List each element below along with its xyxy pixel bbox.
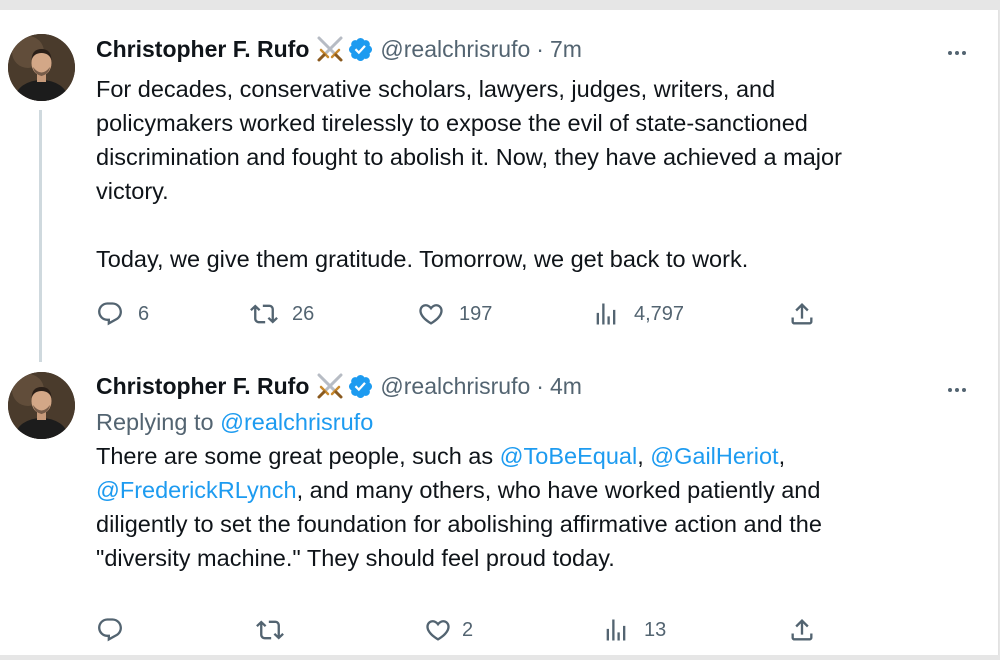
like-button[interactable]: 197: [417, 297, 492, 331]
author-handle[interactable]: @realchrisrufo: [380, 36, 530, 63]
tweet-text: For decades, conservative scholars, lawy…: [96, 72, 976, 276]
crossed-swords-icon: [315, 35, 345, 63]
verified-badge-icon[interactable]: [347, 36, 374, 63]
share-button[interactable]: [788, 613, 816, 647]
text-segment: There are some great people, such as: [96, 443, 500, 469]
more-icon: [945, 378, 969, 402]
timestamp[interactable]: 7m: [550, 36, 582, 63]
tweet-line: discrimination and fought to abolish it.…: [96, 144, 842, 170]
verified-badge-icon[interactable]: [347, 373, 374, 400]
avatar[interactable]: [8, 34, 75, 101]
views-button[interactable]: 13: [602, 613, 666, 647]
like-count: 197: [459, 302, 493, 325]
avatar-image: [8, 372, 75, 439]
action-bar: 2 13: [96, 613, 836, 647]
like-icon: [424, 616, 452, 644]
tweet-line: "diversity machine." They should feel pr…: [96, 545, 615, 571]
reply-button[interactable]: [96, 613, 124, 647]
tweet-2[interactable]: Christopher F. Rufo @realchrisrufo · 4m …: [0, 360, 998, 655]
text-segment: ,: [778, 443, 786, 469]
text-segment: ,: [637, 443, 651, 469]
like-button[interactable]: 2: [424, 613, 473, 647]
action-bar: 6 26 197 4,797: [96, 297, 836, 331]
tweet-thread: Christopher F. Rufo @realchrisrufo · 7m …: [0, 10, 999, 655]
views-count: 13: [644, 618, 667, 641]
crossed-swords-icon: [315, 372, 345, 400]
views-button[interactable]: 4,797: [592, 297, 684, 331]
tweet-header: Christopher F. Rufo @realchrisrufo · 4m: [96, 370, 582, 402]
author-handle[interactable]: @realchrisrufo: [380, 373, 530, 400]
views-icon: [592, 300, 620, 328]
share-icon: [788, 300, 816, 328]
tweet-header: Christopher F. Rufo @realchrisrufo · 7m: [96, 33, 582, 65]
avatar-image: [8, 34, 75, 101]
tweet-text: Replying to @realchrisrufo There are som…: [96, 405, 976, 575]
tweet-line: @FrederickRLynch, and many others, who h…: [96, 473, 976, 507]
avatar[interactable]: [8, 372, 75, 439]
retweet-count: 26: [292, 302, 315, 325]
reply-button[interactable]: 6: [96, 297, 149, 331]
author-name[interactable]: Christopher F. Rufo: [96, 36, 309, 63]
like-icon: [417, 300, 445, 328]
tweet-line: policymakers worked tirelessly to expose…: [96, 110, 808, 136]
mention-link[interactable]: @ToBeEqual: [500, 443, 638, 469]
tweet-line: For decades, conservative scholars, lawy…: [96, 76, 776, 102]
like-count: 2: [462, 618, 474, 641]
views-icon: [602, 616, 630, 644]
separator-dot: ·: [536, 372, 544, 399]
more-options-button[interactable]: [940, 41, 974, 65]
author-name[interactable]: Christopher F. Rufo: [96, 373, 309, 400]
more-options-button[interactable]: [940, 378, 974, 402]
retweet-button[interactable]: [256, 613, 284, 647]
replying-to-line: Replying to @realchrisrufo: [96, 405, 976, 439]
share-button[interactable]: [788, 297, 816, 331]
reply-icon: [96, 616, 124, 644]
tweet-line: Today, we give them gratitude. Tomorrow,…: [96, 246, 749, 272]
reply-icon: [96, 300, 124, 328]
separator-dot: ·: [536, 35, 544, 62]
text-segment: , and many others, who have worked patie…: [296, 477, 821, 503]
share-icon: [788, 616, 816, 644]
more-icon: [945, 41, 969, 65]
tweet-line: diligently to set the foundation for abo…: [96, 511, 822, 537]
tweet-line: There are some great people, such as @To…: [96, 439, 976, 473]
mention-link[interactable]: @FrederickRLynch: [96, 477, 297, 503]
thread-connector-line: [39, 110, 42, 362]
retweet-icon: [250, 300, 278, 328]
retweet-button[interactable]: 26: [250, 297, 314, 331]
replying-to-label: Replying to: [96, 409, 221, 435]
reply-count: 6: [138, 302, 150, 325]
views-count: 4,797: [634, 302, 685, 325]
retweet-icon: [256, 616, 284, 644]
replying-to-mention[interactable]: @realchrisrufo: [220, 409, 373, 435]
mention-link[interactable]: @GailHeriot: [650, 443, 778, 469]
tweet-line: victory.: [96, 178, 169, 204]
timestamp[interactable]: 4m: [550, 373, 582, 400]
tweet-1[interactable]: Christopher F. Rufo @realchrisrufo · 7m …: [0, 10, 998, 362]
